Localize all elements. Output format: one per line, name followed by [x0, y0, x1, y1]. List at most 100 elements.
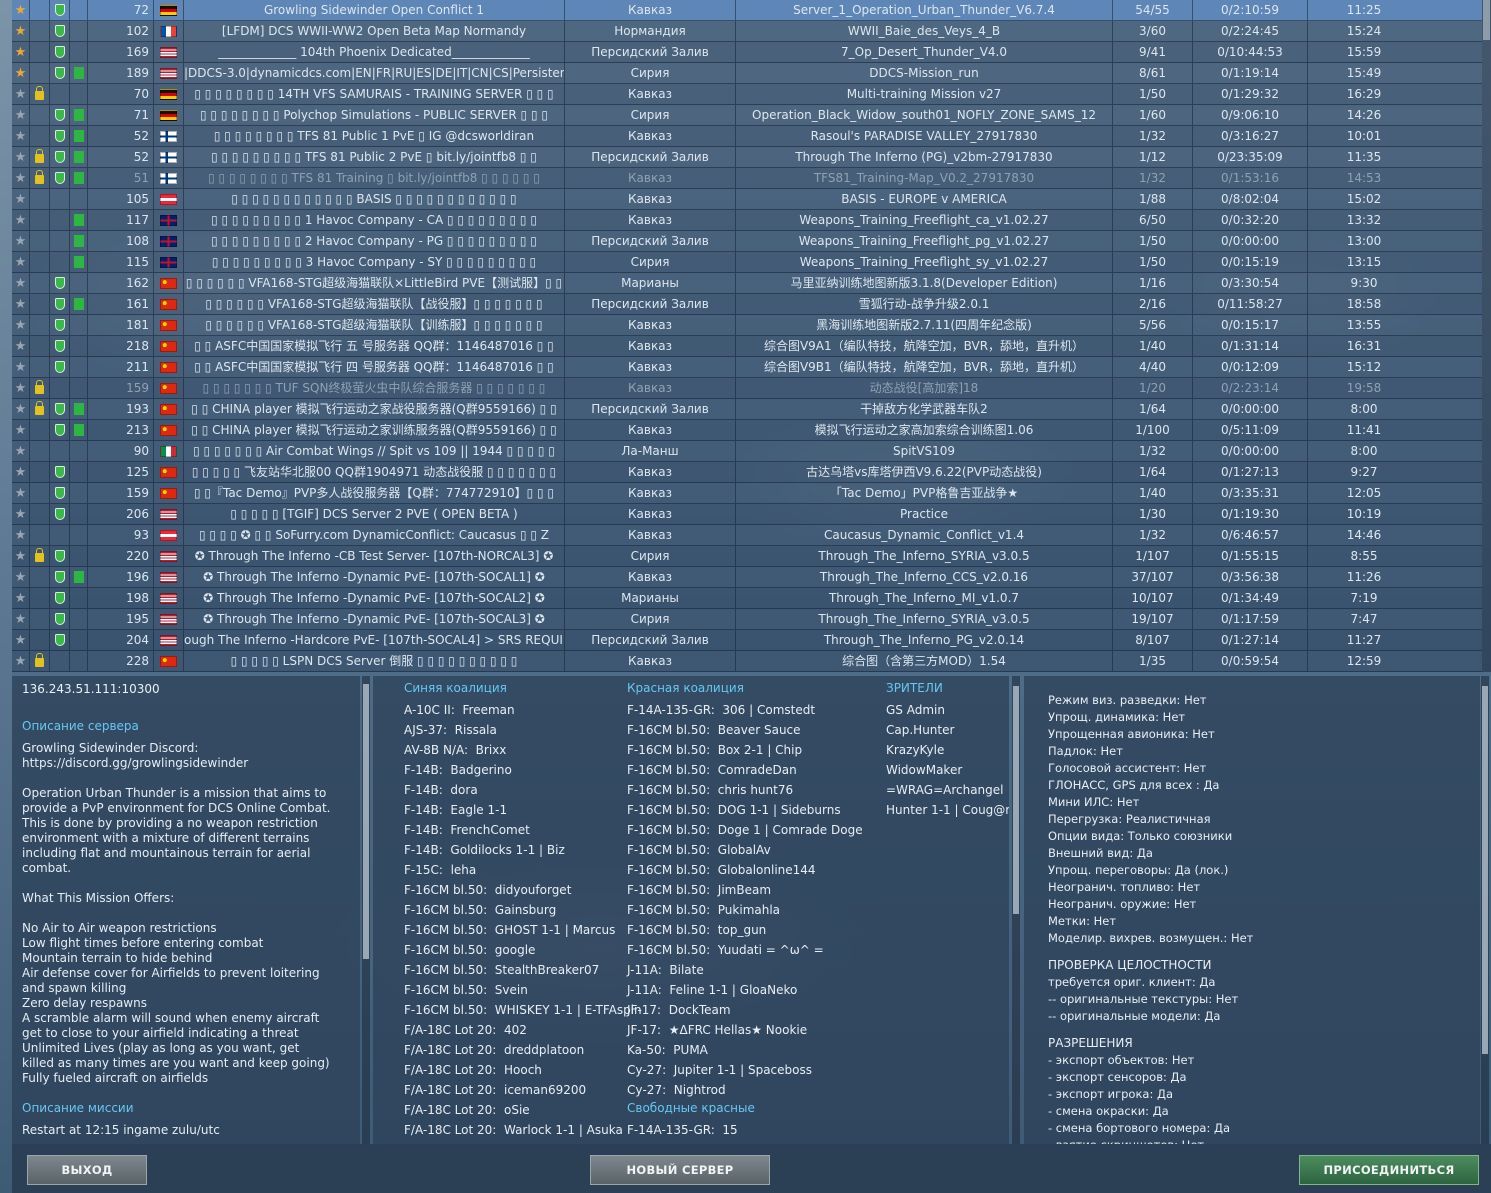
server-row[interactable]: ★ 211 ▯ ▯ ASFC中国国家模拟飞行 四 号服务器 QQ群：114648… — [12, 357, 1482, 378]
server-row[interactable]: ★ 115 ▯ ▯ ▯ ▯ ▯ ▯ ▯ ▯ ▯ 3 Havoc Company … — [12, 252, 1482, 273]
favorite-star-icon[interactable]: ★ — [12, 651, 30, 671]
server-mission-time: 0/1:27:14 — [1193, 630, 1308, 650]
server-row[interactable]: ★ 105 ▯ ▯ ▯ ▯ ▯ ▯ ▯ ▯ ▯ ▯ ▯ ▯ BASIS ▯ ▯ … — [12, 189, 1482, 210]
server-row[interactable]: ★ 52 ▯ ▯ ▯ ▯ ▯ ▯ ▯ ▯ ▯ TFS 81 Public 2 P… — [12, 147, 1482, 168]
server-row[interactable]: ★ 159 ▯ ▯『Tac Demo』PVP多人战役服务器【Q群：7747729… — [12, 483, 1482, 504]
player-aircraft: F-14A-135-GR: — [627, 1123, 715, 1137]
favorite-star-icon[interactable]: ★ — [12, 252, 30, 272]
players-scroll-thumb[interactable] — [1013, 686, 1019, 914]
server-row[interactable]: ★ 90 ▯ ▯ ▯ ▯ ▯ ▯ ▯ Air Combat Wings // S… — [12, 441, 1482, 462]
player-name: ComradeDan — [717, 763, 797, 777]
favorite-star-icon[interactable]: ★ — [12, 21, 30, 41]
favorite-star-icon[interactable]: ★ — [12, 147, 30, 167]
country-flag-cell — [154, 483, 184, 503]
server-mission: Server_1_Operation_Urban_Thunder_V6.7.4 — [736, 0, 1113, 20]
server-row[interactable]: ★ 93 ▯ ▯ ▯ ▯ ✪ ▯ ▯ SoFurry.com DynamicCo… — [12, 525, 1482, 546]
favorite-star-icon[interactable]: ★ — [12, 126, 30, 146]
players-scrollbar[interactable] — [1012, 676, 1020, 1144]
server-row[interactable]: ★ 117 ▯ ▯ ▯ ▯ ▯ ▯ ▯ ▯ ▯ 1 Havoc Company … — [12, 210, 1482, 231]
player-aircraft: F-16CM bl.50: — [627, 763, 711, 777]
favorite-star-icon[interactable]: ★ — [12, 504, 30, 524]
favorite-star-icon[interactable]: ★ — [12, 0, 30, 20]
mod-indicator-cell — [70, 546, 88, 566]
server-mission: 马里亚纳训练地图新版3.1.8(Developer Edition) — [736, 273, 1113, 293]
server-row[interactable]: ★ 204 ough The Inferno -Hardcore PvE- [1… — [12, 630, 1482, 651]
server-list[interactable]: ★ 72 Growling Sidewinder Open Conflict 1… — [12, 0, 1482, 672]
favorite-star-icon[interactable]: ★ — [12, 525, 30, 545]
server-row[interactable]: ★ 181 ▯ ▯ ▯ ▯ ▯ ▯ VFA168-STG超级海猫联队【训练服】▯… — [12, 315, 1482, 336]
player-entry: F-16CM bl.50: Pukimahla — [627, 900, 863, 920]
favorite-star-icon[interactable]: ★ — [12, 567, 30, 587]
server-row[interactable]: ★ 70 ▯ ▯ ▯ ▯ ▯ ▯ ▯ ▯ 14TH VFS SAMURAIS -… — [12, 84, 1482, 105]
server-row[interactable]: ★ 169 _____________ 104th Phoenix Dedica… — [12, 42, 1482, 63]
server-row[interactable]: ★ 198 ✪ Through The Inferno -Dynamic PvE… — [12, 588, 1482, 609]
favorite-star-icon[interactable]: ★ — [12, 189, 30, 209]
server-row[interactable]: ★ 162 ▯ ▯ ▯ ▯ ▯ ▯ VFA168-STG超级海猫联队×Littl… — [12, 273, 1482, 294]
server-row[interactable]: ★ 161 ▯ ▯ ▯ ▯ ▯ ▯ VFA168-STG超级海猫联队【战役服】▯… — [12, 294, 1482, 315]
server-row[interactable]: ★ 71 ▯ ▯ ▯ ▯ ▯ ▯ ▯ ▯ Polychop Simulation… — [12, 105, 1482, 126]
server-mission: 「Tac Demo」PVP格鲁吉亚战争★ — [736, 483, 1113, 503]
server-row[interactable]: ★ 206 ▯ ▯ ▯ ▯ ▯ [TGIF] DCS Server 2 PVE … — [12, 504, 1482, 525]
server-row[interactable]: ★ 125 ▯ ▯ ▯ ▯ ▯ 飞友站华北服00 QQ群1904971 动态战役… — [12, 462, 1482, 483]
favorite-star-icon[interactable]: ★ — [12, 231, 30, 251]
favorite-star-icon[interactable]: ★ — [12, 273, 30, 293]
exit-button[interactable]: ВЫХОД — [27, 1155, 147, 1185]
server-row[interactable]: ★ 159 ▯ ▯ ▯ ▯ ▯ ▯ ▯ TUF SQN终极萤火虫中队综合服务器 … — [12, 378, 1482, 399]
server-players: 8/107 — [1113, 630, 1193, 650]
player-name: Brixx — [475, 743, 507, 757]
favorite-star-icon[interactable]: ★ — [12, 357, 30, 377]
server-list-scrollbar[interactable] — [1482, 0, 1491, 672]
server-ping: 51 — [88, 168, 154, 188]
server-row[interactable]: ★ 102 [LFDM] DCS WWII-WW2 Open Beta Map … — [12, 21, 1482, 42]
server-row[interactable]: ★ 196 ✪ Through The Inferno -Dynamic PvE… — [12, 567, 1482, 588]
server-row[interactable]: ★ 189 |DDCS-3.0|dynamicdcs.com|EN|FR|RU|… — [12, 63, 1482, 84]
favorite-star-icon[interactable]: ★ — [12, 336, 30, 356]
favorite-star-icon[interactable]: ★ — [12, 168, 30, 188]
favorite-star-icon[interactable]: ★ — [12, 546, 30, 566]
favorite-star-icon[interactable]: ★ — [12, 630, 30, 650]
favorite-star-icon[interactable]: ★ — [12, 315, 30, 335]
server-row[interactable]: ★ 220 ✪ Through The Inferno -CB Test Ser… — [12, 546, 1482, 567]
join-button[interactable]: ПРИСОЕДИНИТЬСЯ — [1299, 1155, 1479, 1185]
integrity-shield-cell — [50, 336, 70, 356]
server-row[interactable]: ★ 51 ▯ ▯ ▯ ▯ ▯ ▯ ▯ ▯ TFS 81 Training ▯ b… — [12, 168, 1482, 189]
favorite-star-icon[interactable]: ★ — [12, 294, 30, 314]
server-row[interactable]: ★ 52 ▯ ▯ ▯ ▯ ▯ ▯ ▯ ▯ TFS 81 Public 1 PvE… — [12, 126, 1482, 147]
player-aircraft: F/A-18C Lot 20: — [404, 1123, 497, 1137]
server-info-scrollbar[interactable] — [362, 676, 370, 1144]
favorite-star-icon[interactable]: ★ — [12, 84, 30, 104]
password-lock-cell — [30, 504, 50, 524]
server-options-scroll-thumb[interactable] — [1482, 686, 1488, 1054]
player-entry: F/A-18C Lot 20: dreddplatoon — [404, 1040, 642, 1060]
new-server-button[interactable]: НОВЫЙ СЕРВЕР — [590, 1155, 770, 1185]
server-row[interactable]: ★ 195 ✪ Through The Inferno -Dynamic PvE… — [12, 609, 1482, 630]
server-players: 1/50 — [1113, 252, 1193, 272]
china-flag-icon — [160, 299, 177, 310]
favorite-star-icon[interactable]: ★ — [12, 210, 30, 230]
favorite-star-icon[interactable]: ★ — [12, 399, 30, 419]
server-row[interactable]: ★ 108 ▯ ▯ ▯ ▯ ▯ ▯ ▯ ▯ ▯ 2 Havoc Company … — [12, 231, 1482, 252]
server-options-scrollbar[interactable] — [1481, 676, 1489, 1144]
server-map: Кавказ — [565, 504, 736, 524]
server-map: Сирия — [565, 63, 736, 83]
server-row[interactable]: ★ 72 Growling Sidewinder Open Conflict 1… — [12, 0, 1482, 21]
server-info-scroll-thumb[interactable] — [363, 684, 369, 959]
favorite-star-icon[interactable]: ★ — [12, 63, 30, 83]
server-row[interactable]: ★ 193 ▯ ▯ CHINA player 模拟飞行运动之家战役服务器(Q群9… — [12, 399, 1482, 420]
server-row[interactable]: ★ 228 ▯ ▯ ▯ ▯ ▯ LSPN DCS Server 倒服 ▯ ▯ ▯… — [12, 651, 1482, 672]
server-list-scroll-thumb[interactable] — [1483, 0, 1490, 40]
player-name: Freeman — [462, 703, 515, 717]
favorite-star-icon[interactable]: ★ — [12, 609, 30, 629]
server-row[interactable]: ★ 218 ▯ ▯ ASFC中国国家模拟飞行 五 号服务器 QQ群：114648… — [12, 336, 1482, 357]
favorite-star-icon[interactable]: ★ — [12, 105, 30, 125]
favorite-star-icon[interactable]: ★ — [12, 483, 30, 503]
favorite-star-icon[interactable]: ★ — [12, 42, 30, 62]
favorite-star-icon[interactable]: ★ — [12, 420, 30, 440]
favorite-star-icon[interactable]: ★ — [12, 462, 30, 482]
integrity-shield-cell — [50, 525, 70, 545]
server-row[interactable]: ★ 213 ▯ ▯ CHINA player 模拟飞行运动之家训练服务器(Q群9… — [12, 420, 1482, 441]
server-local-time: 8:55 — [1350, 549, 1378, 563]
favorite-star-icon[interactable]: ★ — [12, 441, 30, 461]
favorite-star-icon[interactable]: ★ — [12, 378, 30, 398]
favorite-star-icon[interactable]: ★ — [12, 588, 30, 608]
